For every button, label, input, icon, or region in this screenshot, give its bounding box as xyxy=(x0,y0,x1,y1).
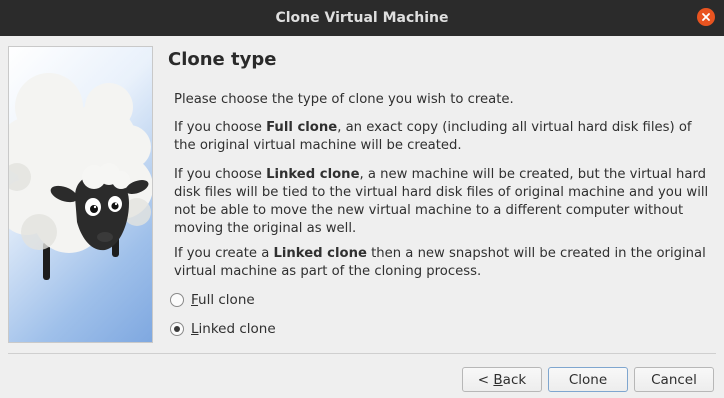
snapshot-description: If you create a Linked clone then a new … xyxy=(174,246,706,279)
linked-clone-radio[interactable] xyxy=(170,322,184,336)
clone-button[interactable]: Clone xyxy=(548,367,628,392)
radio-selected-dot xyxy=(174,326,180,332)
close-button[interactable] xyxy=(697,8,715,26)
title-bar: Clone Virtual Machine xyxy=(0,0,724,36)
linked-clone-option[interactable]: Linked clone xyxy=(170,321,276,337)
clone-vm-dialog: Clone Virtual Machine Clone type Please … xyxy=(0,0,724,398)
full-clone-label: Full clone xyxy=(191,292,255,308)
linked-clone-description: If you choose Linked clone, a new machin… xyxy=(174,167,709,236)
button-separator xyxy=(8,353,716,354)
content-area: Clone type Please choose the type of clo… xyxy=(166,46,716,337)
back-button[interactable]: < Back xyxy=(462,367,542,392)
full-clone-option[interactable]: Full clone xyxy=(170,292,255,308)
window-title: Clone Virtual Machine xyxy=(275,10,449,26)
full-clone-radio[interactable] xyxy=(170,293,184,307)
sheep-illustration xyxy=(8,46,153,343)
cancel-button[interactable]: Cancel xyxy=(634,367,714,392)
full-clone-description: If you choose Full clone, an exact copy … xyxy=(174,120,692,153)
intro-text: Please choose the type of clone you wish… xyxy=(174,92,514,107)
linked-clone-label: Linked clone xyxy=(191,321,276,337)
close-icon xyxy=(702,13,710,21)
page-title: Clone type xyxy=(168,49,277,70)
